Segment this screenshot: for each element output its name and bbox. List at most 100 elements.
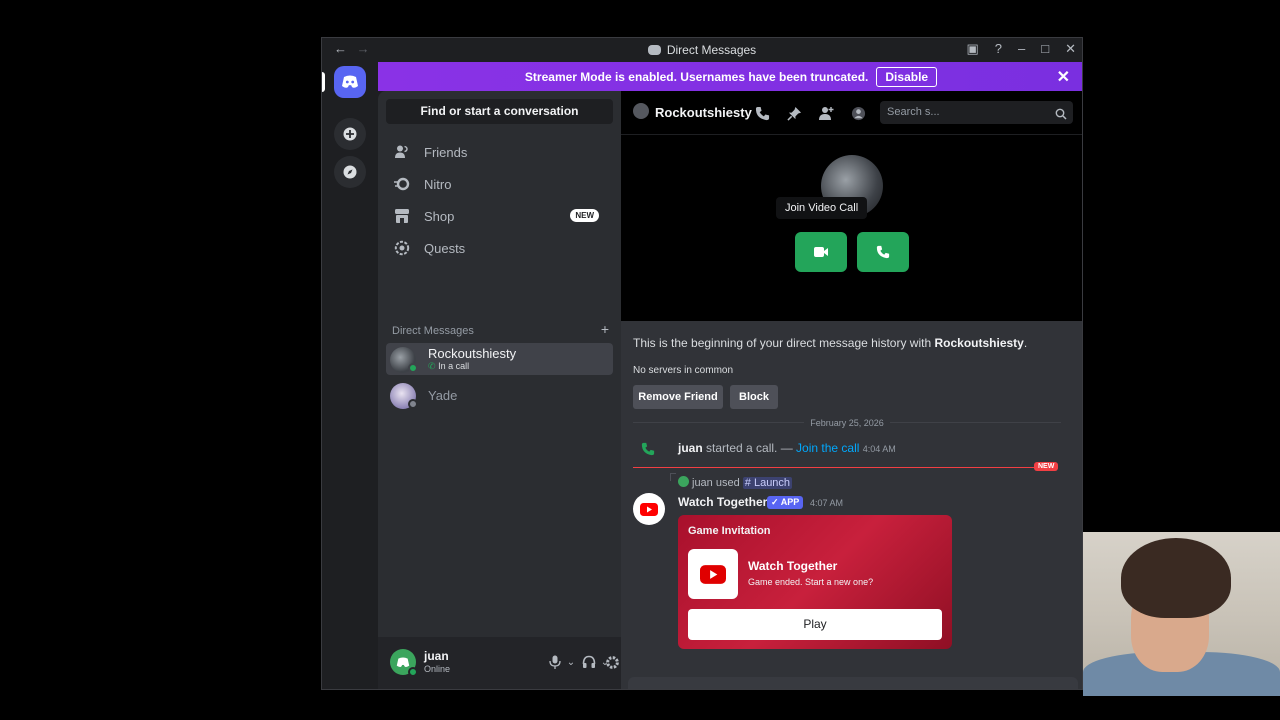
block-button[interactable]: Block (730, 385, 778, 409)
game-title: Watch Together (748, 559, 838, 573)
card-heading: Game Invitation (688, 525, 771, 537)
app-name[interactable]: Watch Together (678, 495, 767, 509)
play-button[interactable]: Play (688, 609, 942, 640)
gif-icon[interactable]: GIF (950, 688, 968, 689)
dm-sidebar: Find or start a conversation Friends Nit… (378, 91, 621, 637)
active-pill (322, 72, 325, 92)
home-button[interactable] (334, 66, 366, 98)
gift-icon[interactable] (918, 688, 936, 689)
message-composer: + GIF (628, 677, 1078, 689)
apps-icon[interactable] (1046, 688, 1064, 689)
green-avatar-icon (678, 476, 689, 487)
avatar[interactable] (633, 103, 649, 119)
sticker-icon[interactable] (982, 688, 1000, 689)
command-used-reply: juan used # Launch (670, 473, 793, 489)
settings-gear-icon[interactable] (603, 653, 621, 671)
app-tag: ✓ APP (767, 496, 804, 509)
user-name: juan (424, 649, 449, 663)
date-label: February 25, 2026 (621, 418, 1073, 428)
discord-window: ← → Direct Messages ▣ ? – □ ✕ Streamer M… (321, 37, 1083, 690)
dm-status: ✆ In a call (428, 361, 470, 371)
nitro-icon (394, 176, 410, 192)
streamer-mode-banner: Streamer Mode is enabled. Usernames have… (378, 62, 1082, 91)
message-list: This is the beginning of your direct mes… (621, 321, 1082, 649)
intro-username: Rockoutshiesty (934, 336, 1024, 350)
sidebar-item-label: Quests (424, 240, 466, 256)
help-icon[interactable]: ? (995, 41, 1002, 57)
find-conversation-button[interactable]: Find or start a conversation (386, 99, 613, 124)
discord-logo-icon (342, 75, 358, 88)
search-input[interactable]: Search s... (880, 101, 1073, 124)
join-video-tooltip: Join Video Call (776, 197, 868, 219)
disable-button[interactable]: Disable (876, 66, 938, 87)
video-camera-icon (814, 247, 828, 257)
plus-icon (343, 127, 357, 141)
close-icon[interactable]: ✕ (1065, 41, 1076, 57)
user-status: Online (424, 664, 451, 674)
chevron-down-icon[interactable]: ⌄ (562, 653, 580, 671)
join-voice-call-button[interactable] (857, 232, 909, 272)
no-servers-text: No servers in common (633, 365, 734, 376)
offline-status-icon (408, 399, 418, 409)
quests-icon (394, 240, 410, 256)
banner-text: Streamer Mode is enabled. Usernames have… (524, 69, 869, 84)
message-time: 4:07 AM (810, 498, 844, 508)
sidebar-item-quests[interactable]: Quests (386, 233, 613, 263)
channel-header: Rockoutshiesty Search s... (621, 91, 1082, 135)
online-status-icon (408, 667, 418, 677)
sidebar-item-shop[interactable]: Shop NEW (386, 201, 613, 231)
dm-section-header: Direct Messages (392, 325, 474, 337)
remove-friend-button[interactable]: Remove Friend (633, 385, 723, 409)
minimize-icon[interactable]: – (1018, 41, 1025, 57)
add-friends-to-dm-icon[interactable] (817, 104, 835, 122)
join-video-call-button[interactable] (795, 232, 847, 272)
call-area: Join Video Call (621, 135, 1082, 321)
sidebar-item-nitro[interactable]: Nitro (386, 169, 613, 199)
new-messages-divider (633, 467, 1043, 468)
dm-name: Rockoutshiesty (428, 346, 517, 361)
shop-icon (394, 208, 410, 224)
youtube-app-avatar[interactable] (633, 493, 665, 525)
sidebar-item-label: Friends (424, 144, 468, 160)
join-call-link[interactable]: Join the call (796, 441, 859, 455)
phone-icon (641, 442, 655, 461)
attach-plus-icon[interactable]: + (640, 686, 651, 689)
call-message-text: juan started a call. — Join the call 4:0… (678, 441, 896, 455)
discord-icon (647, 45, 661, 55)
pin-icon[interactable] (785, 104, 803, 122)
discover-button[interactable] (334, 156, 366, 188)
youtube-icon (640, 502, 658, 516)
voice-call-icon[interactable] (753, 104, 771, 122)
sidebar-item-friends[interactable]: Friends (386, 137, 613, 167)
inbox-icon[interactable]: ▣ (966, 41, 978, 57)
sidebar-item-label: Shop (424, 208, 455, 224)
window-controls: ▣ ? – □ ✕ (966, 41, 1076, 57)
banner-close-icon[interactable]: ✕ (1057, 67, 1070, 87)
new-badge: NEW (570, 209, 599, 222)
phone-icon: ✆ (428, 361, 436, 371)
new-messages-badge: NEW (1034, 462, 1059, 471)
dm-main: Rockoutshiesty Search s... Join Video Ca… (621, 91, 1082, 689)
create-dm-icon[interactable]: + (601, 321, 609, 337)
phone-icon (876, 245, 890, 259)
dm-item-rockoutshiesty[interactable]: Rockoutshiesty ✆ In a call (386, 343, 613, 375)
launch-command[interactable]: # Launch (742, 477, 793, 489)
add-server-button[interactable] (334, 118, 366, 150)
youtube-icon (700, 564, 726, 584)
game-thumbnail (688, 549, 738, 599)
user-profile-icon[interactable] (849, 104, 867, 122)
in-call-status-icon (408, 363, 418, 373)
game-invitation-card: Game Invitation Watch Together Game ende… (678, 515, 952, 649)
server-rail (322, 62, 378, 689)
emoji-icon[interactable] (1014, 688, 1032, 689)
header-username[interactable]: Rockoutshiesty (655, 105, 752, 120)
dm-item-yade[interactable]: Yade (386, 379, 613, 411)
maximize-icon[interactable]: □ (1041, 41, 1049, 57)
webcam-person-hair (1121, 538, 1231, 618)
call-system-message: juan started a call. — Join the call 4:0… (621, 439, 1082, 461)
friends-icon (394, 144, 410, 160)
message-input[interactable] (678, 687, 908, 689)
webcam-overlay (1083, 532, 1280, 696)
sidebar-item-label: Nitro (424, 176, 452, 192)
dm-intro-text: This is the beginning of your direct mes… (633, 336, 1028, 350)
